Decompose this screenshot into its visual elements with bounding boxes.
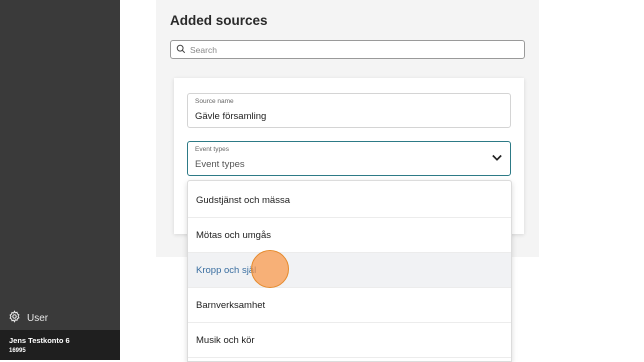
source-name-value[interactable]: Gävle församling: [195, 111, 266, 122]
sidebar: User Jens Testkonto 6 16995: [0, 0, 120, 360]
dropdown-option[interactable]: Gudstjänst och mässa: [188, 183, 511, 218]
dropdown-option-hovered[interactable]: Kropp och själ: [188, 253, 511, 288]
sidebar-item-user[interactable]: User: [8, 309, 48, 327]
search-box[interactable]: [170, 40, 525, 59]
source-name-field[interactable]: Source name Gävle församling: [187, 93, 511, 128]
dropdown-option[interactable]: Mötas och umgås: [188, 218, 511, 253]
dropdown-option[interactable]: Musik och kör: [188, 323, 511, 358]
page-title: Added sources: [170, 13, 268, 28]
event-types-select[interactable]: Event types Event types: [187, 141, 511, 176]
search-input[interactable]: [190, 44, 510, 55]
gear-icon: [8, 310, 21, 326]
search-icon: [171, 41, 186, 59]
sidebar-item-label: User: [27, 312, 49, 324]
event-types-label: Event types: [195, 146, 229, 153]
account-name: Jens Testkonto 6: [9, 336, 70, 345]
account-info[interactable]: Jens Testkonto 6 16995: [0, 330, 120, 360]
account-id: 16995: [9, 348, 26, 354]
source-name-label: Source name: [195, 98, 234, 105]
event-types-value: Event types: [195, 159, 245, 170]
dropdown-option[interactable]: Barnverksamhet: [188, 288, 511, 323]
event-types-dropdown: Gudstjänst och mässa Mötas och umgås Kro…: [187, 180, 512, 362]
